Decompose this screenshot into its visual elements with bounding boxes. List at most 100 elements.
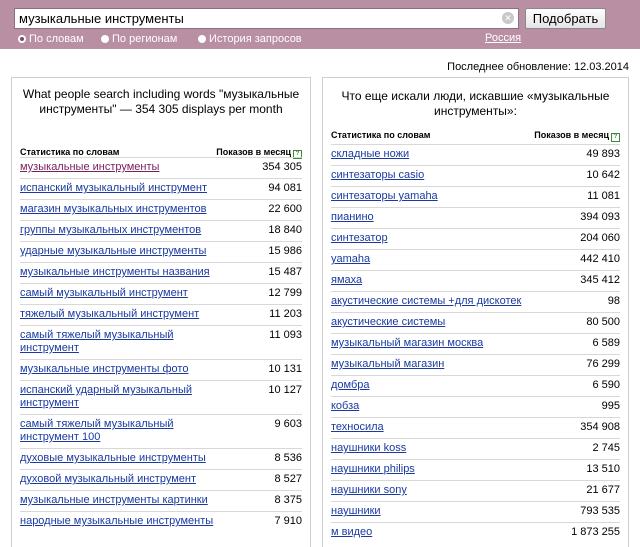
region-link[interactable]: Россия <box>485 32 521 44</box>
impressions-count: 80 500 <box>586 316 620 328</box>
keyword-link[interactable]: наушники koss <box>331 442 531 455</box>
table-row: тяжелый музыкальный инструмент 11 203 <box>20 304 302 325</box>
keyword-link[interactable]: ударные музыкальные инструменты <box>20 245 220 258</box>
impressions-count: 10 642 <box>586 169 620 181</box>
table-row: складные ножи 49 893 <box>331 144 620 165</box>
keyword-link[interactable]: акустические системы +для дискотек <box>331 295 531 308</box>
keyword-link[interactable]: пианино <box>331 211 531 224</box>
search-input[interactable] <box>19 10 499 27</box>
left-panel: What people search including words "музы… <box>11 77 311 547</box>
keyword-link[interactable]: самый музыкальный инструмент <box>20 287 220 300</box>
keyword-table: складные ножи 49 893 синтезаторы casio 10 6… <box>331 144 620 543</box>
keyword-link[interactable]: тяжелый музыкальный инструмент <box>20 308 220 321</box>
table-row: музыкальные инструменты картинки 8 375 <box>20 490 302 511</box>
impressions-count: 11 081 <box>587 190 620 202</box>
impressions-count: 442 410 <box>580 253 620 265</box>
impressions-count: 793 535 <box>580 505 620 517</box>
keyword-link[interactable]: магазин музыкальных инструментов <box>20 203 220 216</box>
keyword-link[interactable]: складные ножи <box>331 148 531 161</box>
table-row: духовой музыкальный инструмент 8 527 <box>20 469 302 490</box>
impressions-count: 18 840 <box>268 224 302 236</box>
keyword-link[interactable]: духовой музыкальный инструмент <box>20 473 220 486</box>
keyword-link[interactable]: наушники <box>331 505 531 518</box>
table-row: испанский музыкальный инструмент 94 081 <box>20 178 302 199</box>
col-keyword-label: Статистика по словам <box>331 130 431 140</box>
keyword-link[interactable]: духовые музыкальные инструменты <box>20 452 220 465</box>
impressions-count: 354 305 <box>262 161 302 173</box>
impressions-count: 98 <box>607 295 620 307</box>
tab-by-regions[interactable]: По регионам <box>101 33 177 45</box>
impressions-count: 11 203 <box>269 308 302 320</box>
table-row: группы музыкальных инструментов 18 840 <box>20 220 302 241</box>
keyword-link[interactable]: yamaha <box>331 253 531 266</box>
impressions-count: 995 <box>601 400 620 412</box>
tab-by-words[interactable]: По словам <box>18 33 84 45</box>
search-box[interactable]: ✕ <box>14 8 519 29</box>
impressions-count: 21 677 <box>586 484 620 496</box>
impressions-count: 8 527 <box>274 473 302 485</box>
keyword-link[interactable]: домбра <box>331 379 531 392</box>
keyword-link[interactable]: народные музыкальные инструменты <box>20 515 220 528</box>
keyword-link[interactable]: самый тяжелый музыкальный инструмент <box>20 329 220 355</box>
impressions-count: 204 060 <box>580 232 620 244</box>
impressions-count: 2 745 <box>592 442 620 454</box>
table-row: пианино 394 093 <box>331 207 620 228</box>
keyword-link[interactable]: ямаха <box>331 274 531 287</box>
impressions-count: 7 910 <box>274 515 302 527</box>
radio-selected-icon <box>18 35 26 43</box>
table-row: кобза 995 <box>331 396 620 417</box>
keyword-link[interactable]: испанский музыкальный инструмент <box>20 182 220 195</box>
keyword-link[interactable]: испанский ударный музыкальный инструмент <box>20 384 220 410</box>
col-count-label: Показов в месяц <box>534 130 609 140</box>
col-count-label: Показов в месяц <box>216 147 291 157</box>
help-icon[interactable]: ? <box>611 133 620 142</box>
table-row: наушники koss 2 745 <box>331 438 620 459</box>
keyword-link[interactable]: музыкальные инструменты картинки <box>20 494 220 507</box>
keyword-link[interactable]: группы музыкальных инструментов <box>20 224 220 237</box>
keyword-link[interactable]: кобза <box>331 400 531 413</box>
column-header: Статистика по словам Показов в месяц? <box>331 130 620 142</box>
impressions-count: 9 603 <box>274 418 302 430</box>
keyword-link[interactable]: синтезаторы yamaha <box>331 190 531 203</box>
table-row: самый тяжелый музыкальный инструмент 100… <box>20 414 302 448</box>
keyword-link[interactable]: музыкальный магазин <box>331 358 531 371</box>
keyword-link[interactable]: самый тяжелый музыкальный инструмент 100 <box>20 418 220 444</box>
impressions-count: 12 799 <box>268 287 302 299</box>
keyword-link[interactable]: м видео <box>331 526 531 539</box>
search-bar: ✕ Подобрать По словам По регионам Истори… <box>0 0 640 49</box>
impressions-count: 1 873 255 <box>571 526 620 538</box>
keyword-link[interactable]: наушники sony <box>331 484 531 497</box>
keyword-link[interactable]: акустические системы <box>331 316 531 329</box>
table-row: синтезатор 204 060 <box>331 228 620 249</box>
impressions-count: 76 299 <box>586 358 620 370</box>
table-row: музыкальный магазин москва 6 589 <box>331 333 620 354</box>
radio-icon <box>101 35 109 43</box>
table-row: ударные музыкальные инструменты 15 986 <box>20 241 302 262</box>
keyword-link[interactable]: музыкальный магазин москва <box>331 337 531 350</box>
table-row: музыкальные инструменты 354 305 <box>20 157 302 178</box>
impressions-count: 8 536 <box>274 452 302 464</box>
clear-icon[interactable]: ✕ <box>502 12 514 24</box>
table-row: синтезаторы casio 10 642 <box>331 165 620 186</box>
tab-query-history[interactable]: История запросов <box>198 33 302 45</box>
table-row: наушники 793 535 <box>331 501 620 522</box>
table-row: музыкальные инструменты фото 10 131 <box>20 359 302 380</box>
table-row: музыкальный магазин 76 299 <box>331 354 620 375</box>
keyword-link[interactable]: музыкальные инструменты фото <box>20 363 220 376</box>
submit-button[interactable]: Подобрать <box>525 8 606 29</box>
table-row: музыкальные инструменты названия 15 487 <box>20 262 302 283</box>
table-row: м видео 1 873 255 <box>331 522 620 543</box>
impressions-count: 11 093 <box>269 329 302 341</box>
keyword-link[interactable]: техносила <box>331 421 531 434</box>
keyword-link[interactable]: синтезаторы casio <box>331 169 531 182</box>
table-row: самый тяжелый музыкальный инструмент 11 0… <box>20 325 302 359</box>
keyword-link[interactable]: музыкальные инструменты названия <box>20 266 220 279</box>
keyword-link[interactable]: музыкальные инструменты <box>20 161 220 174</box>
table-row: наушники philips 13 510 <box>331 459 620 480</box>
keyword-link[interactable]: наушники philips <box>331 463 531 476</box>
table-row: испанский ударный музыкальный инструмент… <box>20 380 302 414</box>
right-panel: Что еще искали люди, искавшие «музыкальн… <box>322 77 629 547</box>
keyword-link[interactable]: синтезатор <box>331 232 531 245</box>
panel-title: Что еще искали люди, искавшие «музыкальн… <box>341 89 610 118</box>
impressions-count: 94 081 <box>268 182 302 194</box>
